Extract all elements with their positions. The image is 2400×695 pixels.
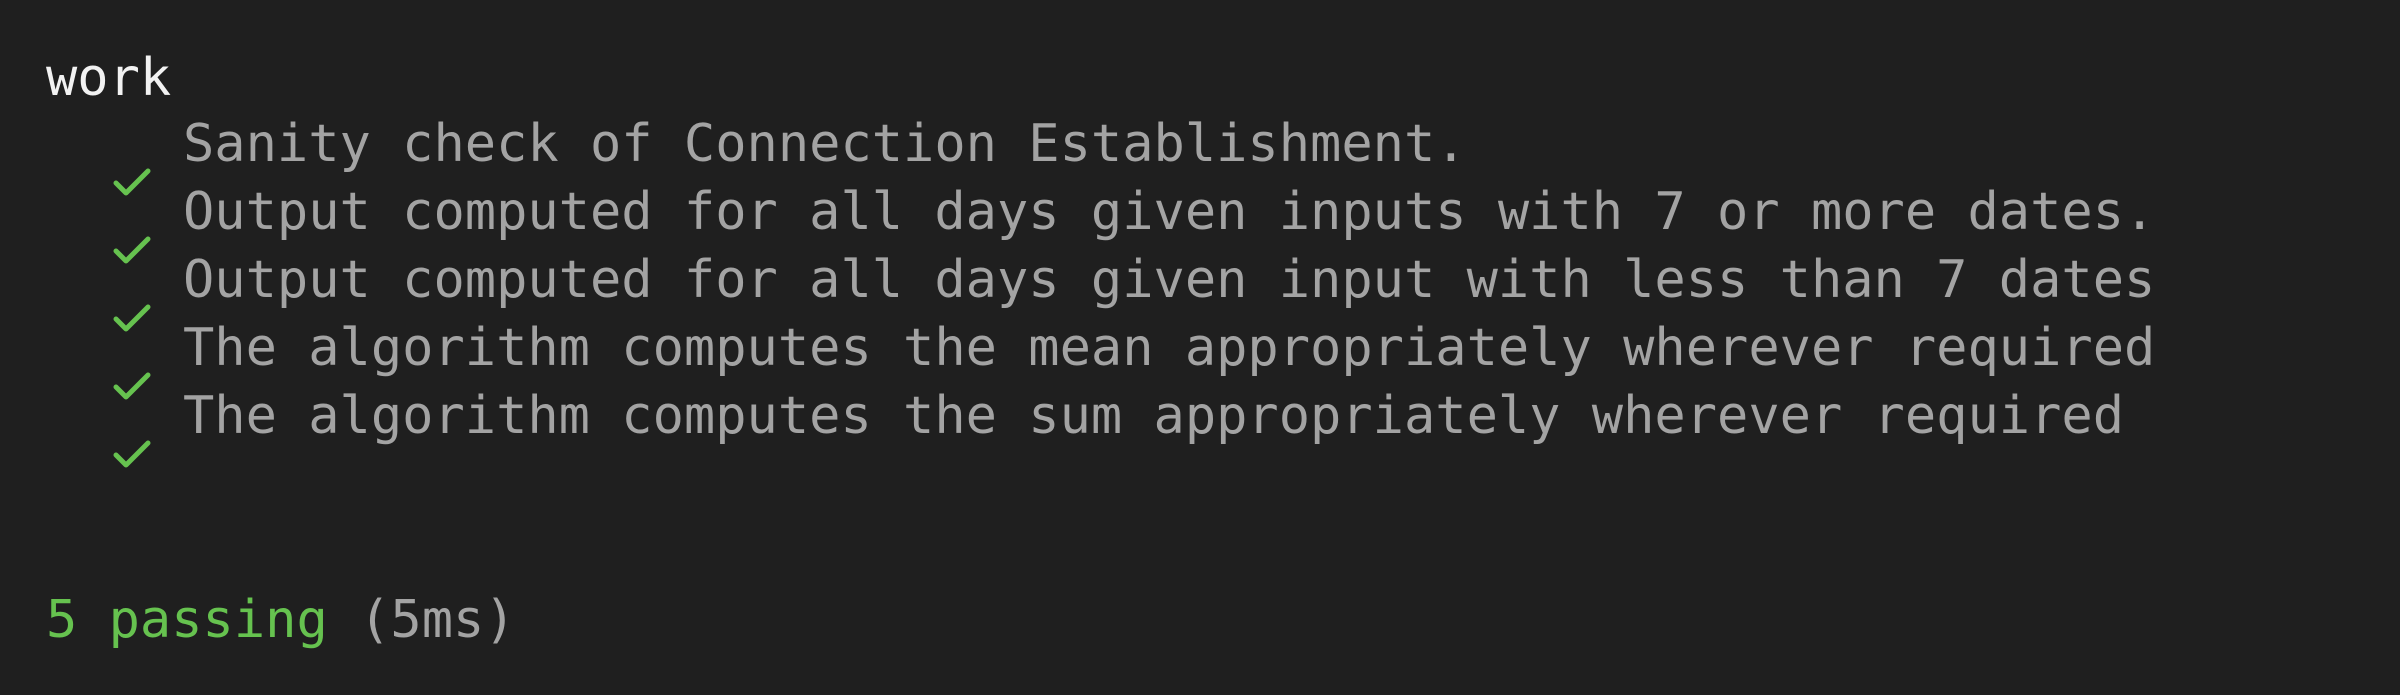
duration: (5ms) — [359, 590, 516, 650]
check-icon — [112, 332, 152, 400]
test-result-row: The algorithm computes the mean appropri… — [0, 314, 2155, 400]
test-title: Sanity check of Connection Establishment… — [183, 114, 1467, 174]
test-result-row: Sanity check of Connection Establishment… — [0, 110, 1467, 196]
test-title: The algorithm computes the sum appropria… — [183, 386, 2125, 446]
passing-count: 5 passing — [46, 590, 328, 650]
test-result-row: Output computed for all days given input… — [0, 178, 2155, 264]
terminal-output: work Sanity check of Connection Establis… — [0, 0, 2400, 695]
test-result-row: The algorithm computes the sum appropria… — [0, 382, 2124, 468]
test-title: Output computed for all days given input… — [183, 250, 2156, 310]
check-icon — [112, 400, 152, 468]
test-summary: 5 passing (5ms) — [46, 586, 516, 654]
check-icon — [112, 128, 152, 196]
check-icon — [112, 196, 152, 264]
suite-title: work — [46, 48, 172, 108]
check-icon — [112, 264, 152, 332]
test-title: The algorithm computes the mean appropri… — [183, 318, 2156, 378]
test-title: Output computed for all days given input… — [183, 182, 2156, 242]
test-result-row: Output computed for all days given input… — [0, 246, 2155, 332]
